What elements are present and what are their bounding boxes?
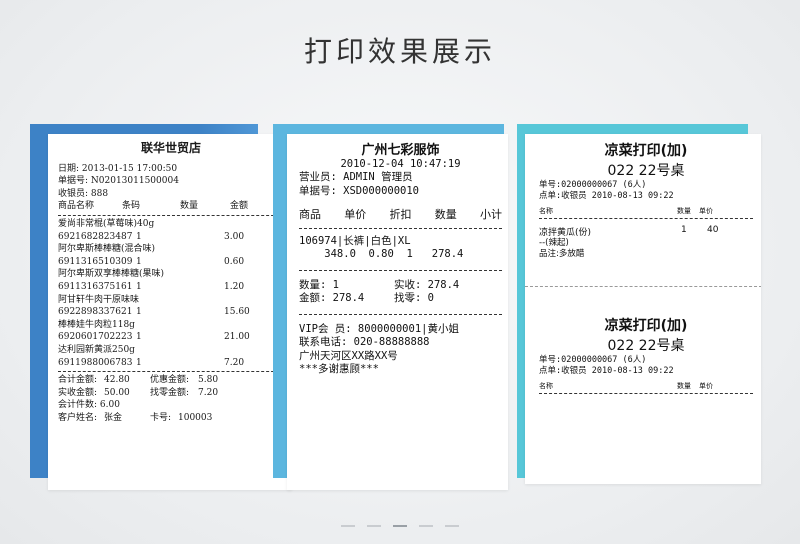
receipt-bill-no: 单据号: XSD000000010: [299, 184, 420, 197]
total-row: 合计金额: 42.80 优惠金额: 5.80: [58, 375, 219, 386]
carousel-dot-active[interactable]: [393, 525, 407, 527]
item-name: 棒棒娃牛肉粒118g: [58, 319, 135, 330]
col-name: 商品名称: [58, 201, 95, 212]
item-name: 爱尚非常棍(草莓味)40g: [58, 218, 155, 229]
cashier-time: 点单:收银员 2010-08-13 09:22: [539, 366, 674, 376]
thanks: ***多谢惠顾***: [299, 363, 379, 375]
carousel-dot[interactable]: [419, 525, 433, 527]
receipt-bill-no: 单据号: N02013011500004: [58, 176, 179, 187]
dish-row: 凉拌黄瓜(份) 1 40: [539, 225, 719, 238]
receipt-cashier: 收银员: 888: [58, 188, 109, 199]
page-title: 打印效果展示: [303, 35, 496, 68]
receipt-card-apparel: 广州七彩服饰 2010-12-04 10:47:19 营业员: ADMIN 管理…: [273, 124, 508, 490]
item-row: 6911316510309 1 0.60: [58, 256, 245, 267]
divider: [299, 269, 502, 271]
receipt-card-supermarket: 联华世贸店 日期: 2013-01-15 17:00:50 单据号: N0201…: [30, 124, 292, 490]
order-no: 单号:02000000067 (6人): [539, 355, 647, 365]
carousel-dot[interactable]: [367, 525, 381, 527]
item-line: 106974|长裤|白色|XL: [299, 234, 411, 247]
store-name: 广州七彩服饰: [361, 143, 440, 158]
carousel-indicators: [0, 512, 800, 531]
receipt-clerk: 营业员: ADMIN 管理员: [299, 171, 413, 183]
store-name: 联华世贸店: [140, 141, 201, 155]
divider: [299, 227, 502, 229]
divider: [299, 313, 502, 315]
item-row: 6920601702223 1 21.00: [58, 332, 250, 343]
col-code: 条码: [122, 201, 141, 212]
dish-note: --(辣起): [539, 238, 569, 248]
item-list: 爱尚非常棍(草莓味)40g 6921682823487 1 3.00 阿尔卑斯棒棒糖…: [58, 218, 284, 369]
ticket-title: 凉菜打印(加): [604, 143, 688, 159]
table-number: 022 22号桌: [607, 163, 685, 179]
carousel-dot[interactable]: [341, 525, 355, 527]
ticket-columns: 名称 数量 单价: [539, 207, 713, 215]
divider: [58, 214, 284, 216]
item-row: 6911988006783 1 7.20: [58, 357, 245, 368]
amount-change-row: 金额: 278.4 找零: 0: [299, 292, 434, 304]
customer-row: 客户姓名: 张金 卡号: 100003: [58, 412, 213, 423]
paid-row: 实收金额: 50.00 找零金额: 7.20: [58, 387, 219, 398]
receipt-columns: 商品名称 条码 数量 金额: [58, 200, 284, 213]
item-row: 6911316375161 1 1.20: [58, 281, 245, 292]
col-qty: 数量: [180, 201, 199, 212]
col-amount: 金额: [230, 201, 249, 212]
item-row: 6922898337621 1 15.60: [58, 307, 250, 318]
carousel-dot[interactable]: [445, 525, 459, 527]
order-no: 单号:02000000067 (6人): [539, 180, 647, 190]
divider: [539, 393, 753, 394]
cashier-time: 点单:收银员 2010-08-13 09:22: [539, 191, 674, 201]
phone: 联系电话: 020-88888888: [299, 336, 430, 348]
receipt-card-kitchen: 凉菜打印(加) 022 22号桌 单号:02000000067 (6人) 点单:…: [517, 124, 761, 484]
remark: 品注:多放醋: [539, 249, 585, 259]
divider: [539, 218, 753, 219]
supermarket-receipt: 联华世贸店 日期: 2013-01-15 17:00:50 单据号: N0201…: [48, 134, 292, 490]
ticket-title: 凉菜打印(加): [604, 318, 688, 334]
table-number: 022 22号桌: [607, 338, 685, 354]
receipt-date: 日期: 2013-01-15 17:00:50: [58, 163, 178, 174]
item-values: 348.0 0.80 1 278.4: [299, 248, 464, 260]
ticket-columns: 名称 数量 单价: [539, 382, 713, 390]
item-count: 会计件数: 6.00: [58, 400, 120, 411]
qty-paid-row: 数量: 1 实收: 278.4: [299, 278, 460, 291]
apparel-receipt: 广州七彩服饰 2010-12-04 10:47:19 营业员: ADMIN 管理…: [287, 134, 508, 490]
item-name: 达利园新黄派250g: [58, 344, 135, 355]
vip-member: VIP会 员: 8000000001|黄小姐: [299, 322, 459, 335]
item-row: 6921682823487 1 3.00: [58, 231, 245, 242]
kitchen-receipt: 凉菜打印(加) 022 22号桌 单号:02000000067 (6人) 点单:…: [525, 134, 761, 484]
receipt-date: 2010-12-04 10:47:19: [340, 157, 461, 170]
item-name: 阿尔卑斯双享棒棒糖(果味): [58, 269, 165, 280]
receipt-columns: 商品 单价 折扣 数量 小计: [299, 208, 502, 221]
divider: [58, 371, 284, 373]
address: 广州天河区XX路XX号: [299, 349, 398, 362]
item-name: 阿甘轩牛肉干原味味: [58, 294, 140, 305]
item-name: 阿尔卑斯棒棒糖(混合味): [58, 244, 156, 255]
